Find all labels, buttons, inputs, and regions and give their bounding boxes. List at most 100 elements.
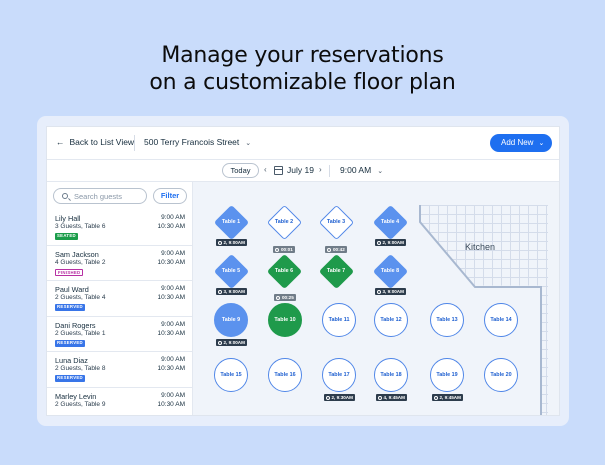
date-value[interactable]: July 19: [287, 165, 314, 175]
table-14[interactable]: Table 14: [484, 303, 518, 337]
table-16[interactable]: Table 16: [268, 358, 302, 392]
reservation-badge: 3, 9:00AM: [215, 288, 247, 295]
search-input[interactable]: [74, 190, 144, 202]
table-label: Table 11: [328, 317, 350, 323]
filter-button[interactable]: Filter: [153, 188, 187, 204]
table-3[interactable]: Table 3: [318, 204, 354, 240]
table-label: Table 19: [436, 372, 458, 378]
back-to-list-link[interactable]: ← Back to List View: [56, 137, 134, 147]
reservation-badge: 2, 9:30AM: [323, 394, 355, 401]
table-10[interactable]: Table 10: [268, 303, 302, 337]
badge-text: 2, 9:45AM: [439, 395, 461, 400]
table-label: Table 5: [221, 268, 241, 274]
guest-time-end: 10:30 AM: [157, 400, 185, 408]
kitchen-label: Kitchen: [465, 242, 496, 252]
guest-row[interactable]: Sam Jackson 4 Guests, Table 2 9:00 AM 10:30…: [47, 246, 192, 281]
person-icon: [377, 395, 382, 400]
add-new-button[interactable]: Add New ⌄: [490, 134, 552, 152]
guest-details: 3 Guests, Table 6: [55, 223, 106, 230]
guest-row[interactable]: Paul Ward 2 Guests, Table 4 9:00 AM 10:30 A…: [47, 281, 192, 317]
guest-time-start: 9:00 AM: [161, 214, 185, 221]
chevron-left-icon[interactable]: ‹: [264, 165, 267, 174]
table-1[interactable]: Table 1: [213, 204, 249, 240]
status-badge: RESERVED: [55, 375, 85, 382]
table-12[interactable]: Table 12: [374, 303, 408, 337]
table-15[interactable]: Table 15: [214, 358, 248, 392]
table-label: Table 3: [326, 219, 346, 225]
guest-row[interactable]: Dani Rogers 2 Guests, Table 1 9:00 AM 10:30…: [47, 317, 192, 352]
seated-timer-badge: 00:25: [274, 294, 296, 301]
table-label: Table 12: [380, 317, 402, 323]
clock-icon: [327, 247, 331, 252]
headline: Manage your reservations on a customizab…: [0, 42, 605, 96]
table-label: Table 7: [326, 268, 346, 274]
guest-row[interactable]: Luna Diaz 2 Guests, Table 8 9:00 AM 10:30 A…: [47, 352, 192, 388]
table-8[interactable]: Table 8: [372, 253, 408, 289]
clock-icon: [276, 295, 280, 300]
guest-time-end: 10:30 AM: [157, 294, 185, 301]
table-11[interactable]: Table 11: [322, 303, 356, 337]
badge-text: 00:25: [282, 295, 294, 300]
headline-line-2: on a customizable floor plan: [149, 70, 456, 95]
guest-name: Marley Levin: [55, 391, 97, 401]
table-label: Table 2: [274, 219, 294, 225]
table-label: Table 10: [274, 317, 296, 323]
table-6[interactable]: Table 6: [266, 253, 302, 289]
search-box[interactable]: [53, 188, 147, 204]
table-label: Table 14: [490, 317, 512, 323]
badge-text: 3, 9:00AM: [223, 289, 245, 294]
person-icon: [433, 395, 438, 400]
chevron-right-icon[interactable]: ›: [319, 165, 322, 174]
badge-text: 00:01: [281, 247, 293, 252]
location-selector[interactable]: 500 Terry Francois Street ⌄: [144, 137, 251, 147]
guest-time-end: 10:30 AM: [157, 258, 185, 266]
table-18[interactable]: Table 18: [374, 358, 408, 392]
reservation-badge: 2, 9:00AM: [374, 239, 406, 246]
clock-icon: [275, 247, 279, 252]
time-selector[interactable]: 9:00 AM ⌄: [340, 165, 383, 175]
location-label: 500 Terry Francois Street: [144, 137, 240, 147]
guest-row[interactable]: Marley Levin 2 Guests, Table 9 9:00 AM 10:3…: [47, 388, 192, 416]
guest-sidebar: Filter Lily Hall3 Guests, Table 6 9:00 AM…: [47, 182, 193, 416]
table-5[interactable]: Table 5: [213, 253, 249, 289]
badge-text: 3, 9:00AM: [382, 289, 404, 294]
app-card: ← Back to List View 500 Terry Francois St…: [37, 116, 569, 426]
person-icon: [217, 240, 222, 245]
guest-name: Luna Diaz: [55, 356, 88, 365]
today-button[interactable]: Today: [222, 163, 259, 178]
calendar-icon[interactable]: [274, 166, 283, 175]
table-20[interactable]: Table 20: [484, 358, 518, 392]
table-9[interactable]: Table 9: [214, 303, 248, 337]
guest-time-start: 9:00 AM: [161, 285, 185, 292]
time-value: 9:00 AM: [340, 165, 372, 175]
badge-text: 2, 9:30AM: [331, 395, 353, 400]
table-label: Table 15: [220, 372, 242, 378]
table-2[interactable]: Table 2: [266, 204, 302, 240]
guest-time-end: 10:30 AM: [157, 223, 185, 230]
table-label: Table 4: [380, 219, 400, 225]
person-icon: [325, 395, 330, 400]
arrow-left-icon: ←: [56, 137, 65, 147]
table-13[interactable]: Table 13: [430, 303, 464, 337]
back-label: Back to List View: [69, 137, 135, 147]
table-4[interactable]: Table 4: [372, 204, 408, 240]
table-label: Table 8: [380, 268, 400, 274]
guest-details: 2 Guests, Table 8: [55, 365, 106, 372]
reservation-badge: 2, 9:45AM: [431, 394, 463, 401]
table-19[interactable]: Table 19: [430, 358, 464, 392]
table-label: Table 6: [274, 268, 294, 274]
guest-row[interactable]: Lily Hall 3 Guests, Table 6 9:00 AM 10:30 A…: [47, 210, 192, 246]
guest-time-start: 9:00 AM: [161, 356, 185, 363]
floor-plan: Kitchen Table 1 2, 9:00AM Table 2 Table 3 Ta…: [193, 182, 559, 415]
reservation-badge: 3, 9:00AM: [374, 288, 406, 295]
badge-text: 2, 9:00AM: [382, 240, 404, 245]
search-icon: [62, 193, 68, 199]
person-icon: [217, 340, 222, 345]
table-7[interactable]: Table 7: [318, 253, 354, 289]
table-17[interactable]: Table 17: [322, 358, 356, 392]
badge-text: 4, 9:45AM: [383, 395, 405, 400]
table-label: Table 9: [221, 317, 241, 323]
person-icon: [376, 289, 381, 294]
guest-details: 2 Guests, Table 4: [55, 294, 106, 301]
status-badge: RESERVED: [55, 304, 85, 311]
